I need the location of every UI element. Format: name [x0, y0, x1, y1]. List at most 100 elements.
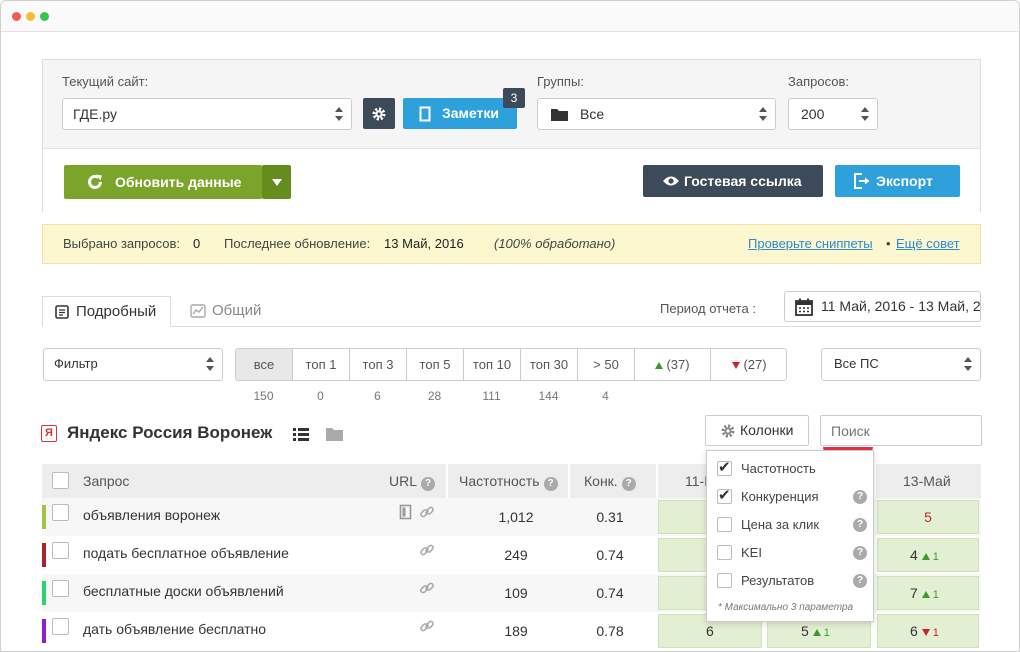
column-option-label: KEI	[741, 545, 762, 560]
filter-rising-button[interactable]: (37)	[635, 349, 711, 380]
list-doc-icon	[55, 305, 69, 319]
select-all-checkbox[interactable]	[52, 472, 69, 489]
link-icon[interactable]	[419, 542, 435, 558]
position-value: 5	[801, 623, 809, 639]
tab-general[interactable]: Общий	[181, 296, 281, 327]
help-icon[interactable]: ?	[543, 477, 558, 491]
select-arrows-icon	[206, 357, 214, 371]
column-option-competition[interactable]: ✔ Конкуренция ?	[717, 487, 867, 507]
link-icon[interactable]	[419, 580, 435, 596]
column-option-checkbox[interactable]	[717, 517, 732, 532]
column-option-checkbox[interactable]	[717, 545, 732, 560]
filter-all-count: 150	[253, 389, 274, 403]
selected-requests-value: 0	[193, 236, 201, 251]
export-button[interactable]: Экспорт	[835, 165, 960, 197]
report-period-value: 11 Май, 2016 - 13 Май, 2016	[821, 298, 981, 314]
column-option-frequency[interactable]: ✔ Частотность	[717, 459, 867, 479]
filter-over50-button[interactable]: > 50	[578, 349, 635, 380]
row-frequency: 109	[504, 585, 528, 601]
row-query: объявления воронеж	[83, 507, 221, 523]
columns-button[interactable]: Колонки	[705, 415, 809, 446]
filter-top30-button[interactable]: топ 30	[521, 349, 578, 380]
site-select[interactable]: ГДЕ.ру	[62, 98, 352, 130]
list-view-icon[interactable]	[293, 428, 309, 441]
column-option-kei[interactable]: KEI ?	[717, 543, 867, 563]
position-delta: 1	[932, 627, 939, 639]
export-icon	[854, 173, 870, 189]
refresh-data-label: Обновить данные	[115, 174, 242, 190]
requests-select[interactable]: 200	[788, 98, 878, 130]
row-checkbox[interactable]	[52, 504, 69, 521]
link-icon[interactable]	[419, 618, 435, 634]
filter-select-value: Фильтр	[54, 356, 98, 371]
notes-button[interactable]: Заметки	[403, 98, 517, 129]
help-icon[interactable]: ?	[421, 477, 436, 491]
more-tips-link[interactable]: Ещё совет	[896, 225, 960, 263]
calendar-icon	[795, 298, 813, 316]
search-engine-select[interactable]: Все ПС	[821, 348, 981, 381]
filter-select[interactable]: Фильтр	[43, 348, 223, 381]
guest-link-button[interactable]: Гостевая ссылка	[643, 165, 823, 197]
column-option-label: Цена за клик	[741, 517, 820, 532]
report-period-input[interactable]: 11 Май, 2016 - 13 Май, 2016	[784, 291, 981, 322]
help-icon[interactable]: ?	[853, 490, 867, 504]
link-icon[interactable]	[419, 504, 435, 520]
arrow-up-icon	[655, 362, 664, 369]
search-engine-select-value: Все ПС	[834, 356, 879, 371]
row-checkbox[interactable]	[52, 618, 69, 635]
tab-detailed[interactable]: Подробный	[42, 296, 171, 327]
filter-top5-button[interactable]: топ 5	[407, 349, 464, 380]
column-option-checkbox[interactable]	[717, 573, 732, 588]
header-competition[interactable]: Конк.?	[584, 464, 636, 498]
section-title: Яндекс Россия Воронеж	[67, 423, 273, 442]
close-window-dot[interactable]	[12, 12, 21, 21]
row-checkbox[interactable]	[52, 580, 69, 597]
filter-top10-count: 111	[482, 389, 501, 403]
column-divider	[874, 464, 876, 498]
caret-down-icon	[272, 179, 282, 186]
site-settings-button[interactable]	[363, 98, 395, 129]
filter-top10-button[interactable]: топ 10	[464, 349, 521, 380]
refresh-data-button[interactable]: Обновить данные	[64, 165, 262, 199]
requests-label: Запросов:	[788, 74, 849, 89]
minimize-window-dot[interactable]	[26, 12, 35, 21]
header-query[interactable]: Запрос	[83, 464, 129, 498]
refresh-options-dropdown[interactable]	[262, 165, 291, 199]
arrow-up-icon	[921, 591, 930, 598]
groups-select[interactable]: Все	[537, 98, 776, 130]
maximize-window-dot[interactable]	[40, 12, 49, 21]
header-frequency[interactable]: Частотность?	[459, 464, 558, 498]
row-color-marker	[42, 581, 46, 605]
site-select-value: ГДЕ.ру	[73, 106, 117, 122]
position-delta: 1	[932, 551, 939, 563]
groups-select-value: Все	[580, 106, 605, 122]
yandex-logo-icon: Я	[41, 425, 57, 442]
column-option-results[interactable]: Результатов ?	[717, 571, 867, 591]
note-icon[interactable]	[399, 504, 412, 520]
help-icon[interactable]: ?	[853, 574, 867, 588]
row-frequency: 249	[504, 547, 528, 563]
help-icon[interactable]: ?	[621, 477, 636, 491]
header-url[interactable]: URL?	[389, 464, 436, 498]
filter-top5-count: 28	[427, 389, 442, 403]
position-delta: 1	[932, 589, 939, 601]
filter-top30-count: 144	[538, 389, 559, 403]
app-window: Текущий сайт: ГДЕ.ру Заметки 3 Группы: В…	[0, 0, 1020, 652]
filter-top1-button[interactable]: топ 1	[293, 349, 350, 380]
columns-button-label: Колонки	[740, 422, 794, 438]
refresh-icon	[88, 174, 102, 189]
column-option-cpc[interactable]: Цена за клик ?	[717, 515, 867, 535]
folder-view-icon[interactable]	[326, 428, 343, 441]
filter-top3-button[interactable]: топ 3	[350, 349, 407, 380]
search-input[interactable]	[820, 415, 982, 446]
help-icon[interactable]: ?	[853, 546, 867, 560]
filter-falling-button[interactable]: (27)	[711, 349, 786, 380]
row-competition: 0.78	[596, 623, 624, 639]
help-icon[interactable]: ?	[853, 518, 867, 532]
arrow-up-icon	[921, 553, 930, 560]
header-date-3[interactable]: 13-Май	[903, 464, 951, 498]
row-checkbox[interactable]	[52, 542, 69, 559]
groups-label: Группы:	[537, 74, 584, 89]
check-snippets-link[interactable]: Проверьте сниппеты	[748, 225, 873, 263]
filter-all-button[interactable]: все	[236, 349, 293, 380]
